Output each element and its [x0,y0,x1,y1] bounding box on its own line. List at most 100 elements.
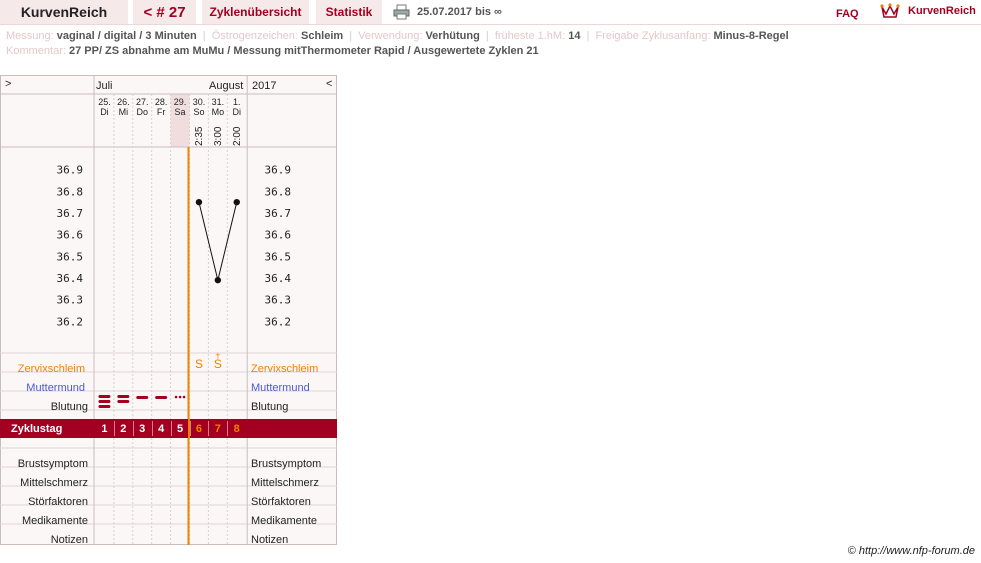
messung-label: Messung: [6,30,54,42]
brustsymptom-label-right[interactable]: Brustsymptom [251,458,321,470]
muttermund-row-label-left[interactable]: Muttermund [0,382,85,394]
freigabe-label: Freigabe Zyklusanfang: [595,30,711,42]
day-date-label[interactable]: 30. [193,97,206,107]
temperature-tick-left: 36.8 [57,185,84,198]
weekday-label[interactable]: Do [136,107,148,117]
notizen-label-left[interactable]: Notizen [0,534,88,546]
medikamente-label-right[interactable]: Medikamente [251,515,317,527]
kommentar-label: Kommentar: [6,45,66,57]
day-date-label[interactable]: 1. [233,97,241,107]
measurement-time-label: 2:00 [232,126,243,146]
temperature-tick-left: 36.9 [57,164,84,177]
day-date-label[interactable]: 27. [136,97,149,107]
logo-text[interactable]: KurvenReich [908,5,976,17]
cycle-day-separator [208,421,210,436]
temperature-tick-right: 36.8 [265,185,292,198]
bleeding-heavy-mark[interactable] [98,400,111,403]
previous-cycle-button[interactable]: < # 27 [133,0,196,24]
cervical-mucus-plus[interactable]: + [215,350,220,360]
cycle-day-separator [151,421,153,436]
app-brand-tab[interactable]: KurvenReich [0,0,128,24]
bleeding-spotting-mark[interactable] [182,395,186,399]
zervix-row-label-left[interactable]: Zervixschleim [0,363,85,375]
temperature-tick-right: 36.3 [265,294,292,307]
temperature-point[interactable] [233,198,240,206]
temperature-tick-right: 36.9 [265,164,292,177]
chart-svg: 25.Di26.Mi27.Do28.Fr29.Sa30.So2:3531.Mo3… [0,75,337,545]
temperature-tick-right: 36.4 [265,272,292,285]
weekday-label[interactable]: Mi [119,107,129,117]
mittelschmerz-label-left[interactable]: Mittelschmerz [0,477,88,489]
temperature-tick-left: 36.5 [57,250,84,263]
notizen-label-right[interactable]: Notizen [251,534,288,546]
measurement-time-label: 3:00 [213,126,224,146]
temperature-point[interactable] [195,198,203,206]
stoerfaktoren-label-right[interactable]: Störfaktoren [251,496,311,508]
messung-value: vaginal / digital / 3 Minuten [56,30,197,42]
crown-icon[interactable] [880,2,900,18]
temperature-tick-left: 36.6 [57,229,84,242]
cycle-day-number[interactable]: 3 [133,423,152,435]
day-date-label[interactable]: 31. [212,97,225,107]
oestrogen-label: Östrogenzeichen: [211,30,298,42]
day-date-label[interactable]: 29. [174,97,187,107]
muttermund-row-label-right[interactable]: Muttermund [251,382,310,394]
chart-background [0,75,337,545]
temperature-tick-right: 36.6 [265,229,292,242]
cervical-mucus-mark[interactable]: S [195,357,203,371]
zyklustag-label: Zyklustag [11,423,63,435]
blutung-row-label-left[interactable]: Blutung [0,401,88,413]
statistics-tab[interactable]: Statistik [316,0,382,24]
separator: | [485,30,489,42]
medikamente-label-left[interactable]: Medikamente [0,515,88,527]
cycles-overview-tab[interactable]: Zyklenübersicht [202,0,309,24]
bleeding-spotting-mark[interactable] [178,395,182,399]
weekday-label[interactable]: Sa [175,107,186,117]
measurement-time-label: 2:35 [194,126,205,146]
cycle-day-row: Zyklustag 12345678 [0,419,337,438]
bleeding-heavy-mark[interactable] [117,395,130,398]
cycle-day-number[interactable]: 8 [227,423,246,435]
oestrogen-value: Schleim [301,30,344,42]
printer-icon[interactable] [393,4,410,20]
separator: | [349,30,353,42]
bleeding-heavy-mark[interactable] [117,400,130,403]
cycle-chart: 25. Di 26. Mi 27. Do 28. Fr 29. Sa 30. So 2:35 31. Mo 3… [0,75,337,546]
bleeding-medium-mark[interactable] [155,396,168,399]
weekday-label[interactable]: So [193,107,204,117]
day-date-label[interactable]: 26. [117,97,130,107]
zervix-row-label-right[interactable]: Zervixschleim [251,363,318,375]
temperature-point[interactable] [214,276,222,284]
hm-value: 14 [568,30,581,42]
cycle-day-number[interactable]: 1 [95,423,114,435]
weekday-label[interactable]: Mo [212,107,225,117]
copyright-footer: © http://www.nfp-forum.de [847,545,975,557]
cycle-day-separator [132,421,134,436]
stoerfaktoren-label-left[interactable]: Störfaktoren [0,496,88,508]
cycle-day-number[interactable]: 7 [208,423,227,435]
weekday-label[interactable]: Fr [157,107,166,117]
bleeding-medium-mark[interactable] [136,396,149,399]
bleeding-heavy-mark[interactable] [98,395,111,398]
cycle-day-separator [227,421,229,436]
bleeding-heavy-mark[interactable] [98,405,111,408]
blutung-row-label-right[interactable]: Blutung [251,401,288,413]
cycle-day-number[interactable]: 2 [114,423,133,435]
cycle-day-number[interactable]: 6 [190,423,209,435]
faq-link[interactable]: FAQ [836,8,859,20]
chart-nav-prev-button[interactable]: < [326,78,332,90]
year-label: 2017 [252,80,277,92]
bleeding-spotting-mark[interactable] [174,395,178,399]
day-date-label[interactable]: 28. [155,97,168,107]
cycle-day-number[interactable]: 4 [152,423,171,435]
brustsymptom-label-left[interactable]: Brustsymptom [0,458,88,470]
temperature-tick-left: 36.7 [57,207,84,220]
weekday-label[interactable]: Di [100,107,109,117]
weekday-label[interactable]: Di [233,107,242,117]
day-date-label[interactable]: 25. [98,97,111,107]
mittelschmerz-label-right[interactable]: Mittelschmerz [251,477,319,489]
chart-nav-next-button[interactable]: > [5,78,11,90]
comment-line: Kommentar: 27 PP/ ZS abnahme am MuMu / M… [6,45,539,57]
cycle-settings-line: Messung: vaginal / digital / 3 Minuten |… [6,30,789,42]
separator: | [586,30,590,42]
